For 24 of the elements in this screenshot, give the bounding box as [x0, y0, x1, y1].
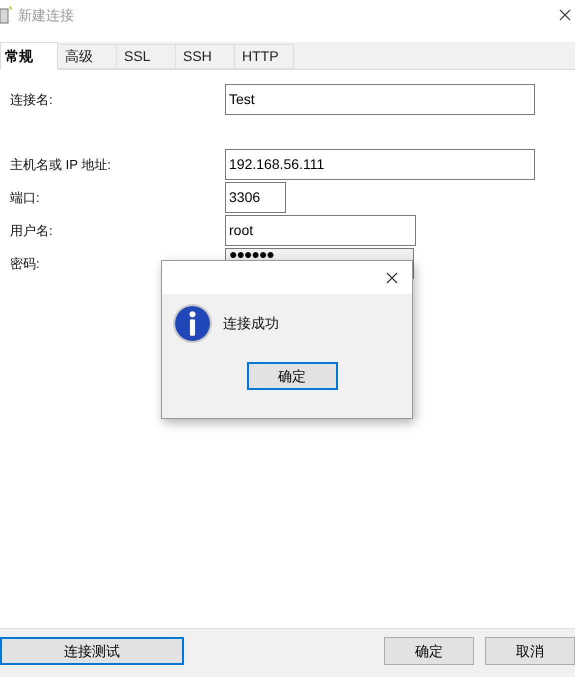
input-field[interactable]: 192.168.56.111: [225, 149, 535, 180]
tab[interactable]: 常规: [0, 42, 58, 70]
test-connection-button[interactable]: 连接测试: [0, 637, 184, 665]
dialog-message: 连接成功: [223, 314, 279, 333]
field-label: 主机名或 IP 地址:: [9, 156, 112, 174]
window-icon: [0, 6, 12, 24]
field-label: 端口:: [9, 188, 41, 207]
field-label: 密码:: [9, 254, 41, 273]
tab[interactable]: SSH: [176, 44, 235, 69]
close-icon[interactable]: [559, 9, 571, 21]
field-label: 连接名:: [9, 90, 54, 109]
close-icon[interactable]: [386, 272, 398, 284]
window-title: 新建连接: [18, 6, 74, 24]
tab[interactable]: SSL: [117, 44, 176, 69]
tab[interactable]: HTTP: [235, 44, 294, 69]
ok-button[interactable]: 确定: [384, 637, 474, 665]
input-field[interactable]: root: [225, 215, 416, 246]
tab[interactable]: 高级: [58, 44, 117, 69]
input-field[interactable]: Test: [225, 84, 535, 115]
dialog-ok-button[interactable]: 确定: [246, 362, 338, 390]
info-icon: [172, 303, 213, 344]
input-field[interactable]: 3306: [225, 182, 286, 213]
cancel-button[interactable]: 取消: [485, 637, 575, 665]
field-label: 用户名:: [9, 222, 54, 240]
